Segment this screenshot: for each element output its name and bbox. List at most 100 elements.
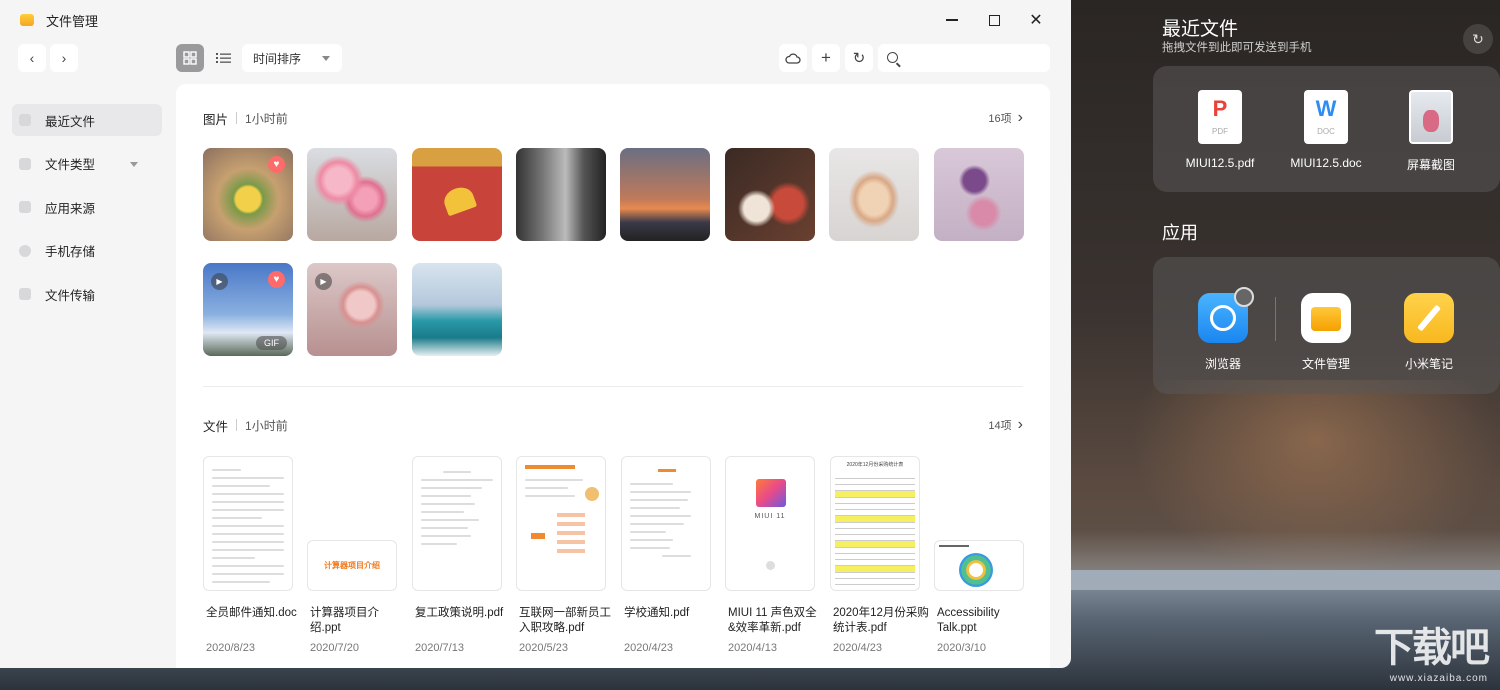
- page-dot: [766, 561, 775, 570]
- list-icon: [216, 51, 232, 65]
- sidebar-item-phone-storage[interactable]: 手机存储: [12, 235, 162, 267]
- file-date: 2020/5/23: [519, 642, 568, 654]
- close-button[interactable]: ✕: [1015, 6, 1057, 34]
- section-divider: [203, 386, 1023, 387]
- panel-subtitle: 拖拽文件到此即可发送到手机: [1162, 39, 1312, 55]
- cloud-icon: [785, 52, 801, 64]
- minimize-button[interactable]: [931, 6, 973, 34]
- play-icon[interactable]: ▶: [315, 273, 332, 290]
- photo-thumbnail[interactable]: [620, 148, 710, 241]
- search-input[interactable]: [904, 44, 1044, 72]
- storage-icon: [19, 245, 31, 257]
- app-browser[interactable]: 浏览器: [1173, 293, 1273, 372]
- thumb-title: 2020年12月份采购统计表: [831, 461, 919, 468]
- panel-title: 最近文件: [1162, 14, 1238, 41]
- add-button[interactable]: +: [812, 44, 840, 72]
- cloud-button[interactable]: [779, 44, 807, 72]
- section-time: 1小时前: [245, 110, 288, 127]
- photo-thumbnail[interactable]: [307, 148, 397, 241]
- back-button[interactable]: ‹: [18, 44, 46, 72]
- title-bar: 文件管理: [0, 0, 1071, 40]
- sidebar-item-app-source[interactable]: 应用来源: [12, 191, 162, 223]
- miui-logo: [756, 479, 786, 507]
- file-date: 2020/4/23: [624, 642, 673, 654]
- sort-dropdown[interactable]: 时间排序: [242, 44, 342, 72]
- sidebar-item-file-transfer[interactable]: 文件传输: [12, 278, 162, 310]
- file-ext: PDF: [1198, 127, 1242, 136]
- video-thumbnail[interactable]: ▶: [307, 263, 397, 356]
- compass-ring: [1210, 305, 1236, 331]
- play-icon[interactable]: ▶: [211, 273, 228, 290]
- photo-thumbnail[interactable]: [934, 148, 1024, 241]
- chart-graphic: [959, 553, 993, 587]
- app-notes[interactable]: 小米笔记: [1379, 293, 1479, 372]
- recent-file-label: MIUI12.5.doc: [1276, 156, 1376, 170]
- app-file-manager[interactable]: 文件管理: [1276, 293, 1376, 372]
- sidebar-item-recent[interactable]: 最近文件: [12, 104, 162, 136]
- maximize-button[interactable]: [973, 6, 1015, 34]
- video-thumbnail[interactable]: ▶ ♥ GIF: [203, 263, 293, 356]
- thumb-title: MIUI 11: [726, 513, 814, 520]
- sidebar-item-label: 文件类型: [45, 154, 95, 173]
- mascot: [585, 487, 599, 501]
- file-name: 复工政策说明.pdf: [415, 606, 511, 621]
- section-time: 1小时前: [245, 417, 288, 434]
- heart-icon[interactable]: ♥: [268, 156, 285, 173]
- pdf-thumbnail: [412, 456, 502, 591]
- file-name: 2020年12月份采购统计表.pdf: [833, 606, 929, 636]
- thumb-title: 计算器项目介绍: [324, 560, 380, 571]
- sidebar-item-label: 应用来源: [45, 198, 95, 217]
- recent-file-item[interactable]: W DOC MIUI12.5.doc: [1276, 90, 1376, 170]
- photo-thumbnail[interactable]: [412, 148, 502, 241]
- photo-thumbnail[interactable]: [516, 148, 606, 241]
- pdf-letter: P: [1198, 96, 1242, 122]
- sidebar-item-label: 最近文件: [45, 111, 95, 130]
- grid-view-button[interactable]: [176, 44, 204, 72]
- recent-file-label: 屏幕截图: [1381, 156, 1481, 173]
- spreadsheet-rows: [835, 473, 915, 586]
- screenshot-icon: [1409, 90, 1453, 144]
- file-name: 学校通知.pdf: [624, 606, 720, 621]
- pen-shape: [1417, 305, 1441, 332]
- pdf-file-icon: P PDF: [1198, 90, 1242, 144]
- images-section-header: 图片 1小时前 16项: [203, 108, 1023, 128]
- file-date: 2020/4/13: [728, 642, 777, 654]
- photo-thumbnail[interactable]: ♥: [203, 148, 293, 241]
- recent-file-item[interactable]: P PDF MIUI12.5.pdf: [1170, 90, 1270, 170]
- files-section-header: 文件 1小时前 14项: [203, 415, 1023, 435]
- photo-thumbnail[interactable]: [412, 263, 502, 356]
- panel-refresh-button[interactable]: ↻: [1463, 24, 1493, 54]
- files-count-link[interactable]: 14项: [988, 416, 1023, 434]
- images-count-link[interactable]: 16项: [988, 109, 1023, 127]
- divider: [236, 112, 237, 124]
- minimize-icon: [946, 19, 958, 21]
- recent-file-item[interactable]: 屏幕截图: [1381, 90, 1481, 173]
- doc-thumbnail: [203, 456, 293, 591]
- photo-thumbnail[interactable]: [725, 148, 815, 241]
- refresh-button[interactable]: ↻: [845, 44, 873, 72]
- orange-list: [557, 513, 585, 557]
- chevron-right-icon: ›: [62, 50, 67, 66]
- file-name: 计算器项目介绍.ppt: [310, 606, 406, 636]
- file-name: 互联网一部新员工入职攻略.pdf: [519, 606, 615, 636]
- forward-button[interactable]: ›: [50, 44, 78, 72]
- file-date: 2020/8/23: [206, 642, 255, 654]
- ppt-thumbnail: 计算器项目介绍: [307, 540, 397, 591]
- file-name: MIUI 11 声色双全&效率革新.pdf: [728, 606, 824, 636]
- list-view-button[interactable]: [210, 44, 238, 72]
- caret-down-icon: [322, 56, 330, 61]
- pdf-thumbnail: [516, 456, 606, 591]
- photo-thumbnail[interactable]: [829, 148, 919, 241]
- toolbar: ‹ › 时间排序 + ↻: [0, 44, 1071, 74]
- file-date: 2020/7/20: [310, 642, 359, 654]
- close-icon: ✕: [1029, 10, 1042, 30]
- notes-icon: [1404, 293, 1454, 343]
- heart-icon[interactable]: ♥: [268, 271, 285, 288]
- search-icon: [887, 52, 898, 63]
- refresh-icon: ↻: [1472, 31, 1484, 48]
- caret-down-icon[interactable]: [130, 162, 138, 167]
- search-box: [878, 44, 1050, 72]
- sidebar-item-file-types[interactable]: 文件类型: [12, 148, 162, 180]
- chevron-left-icon: ‹: [30, 50, 35, 66]
- apps-icon: [19, 201, 31, 213]
